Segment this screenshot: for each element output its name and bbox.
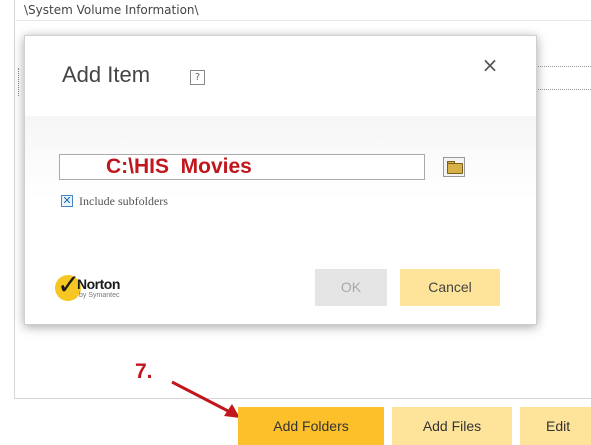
list-row-path[interactable]: \System Volume Information\ [24, 3, 199, 17]
list-row-selected-outline [532, 66, 591, 90]
dialog-title: Add Item [62, 62, 151, 87]
browse-folder-button[interactable] [443, 157, 465, 177]
help-icon[interactable]: ? [190, 70, 205, 85]
cancel-button[interactable]: Cancel [400, 269, 500, 306]
include-subfolders-checkbox[interactable]: ✕ [61, 195, 73, 207]
norton-subtitle: by Symantec [79, 292, 120, 299]
add-folders-button[interactable]: Add Folders [238, 407, 384, 445]
annotation-arrow-icon [171, 380, 240, 418]
list-row-divider [14, 20, 591, 21]
add-item-dialog: Add Item ? × ✕ Include subfolders ✓ Nort… [24, 35, 537, 325]
dialog-header: Add Item ? × [25, 36, 536, 116]
ok-button[interactable]: OK [315, 269, 387, 306]
add-files-button[interactable]: Add Files [392, 407, 512, 445]
include-subfolders-label: Include subfolders [79, 194, 168, 208]
folder-icon-body [447, 163, 463, 174]
norton-wordmark: Norton [77, 276, 120, 292]
edit-button[interactable]: Edit [520, 407, 591, 445]
step-annotation-label: 7. [135, 360, 153, 383]
list-row-marker [18, 68, 20, 96]
dialog-body: ✕ Include subfolders ✓ Norton by Symante… [25, 116, 536, 324]
close-icon[interactable]: × [479, 54, 501, 76]
norton-logo: ✓ Norton by Symantec [55, 270, 155, 312]
path-input[interactable] [59, 154, 425, 180]
